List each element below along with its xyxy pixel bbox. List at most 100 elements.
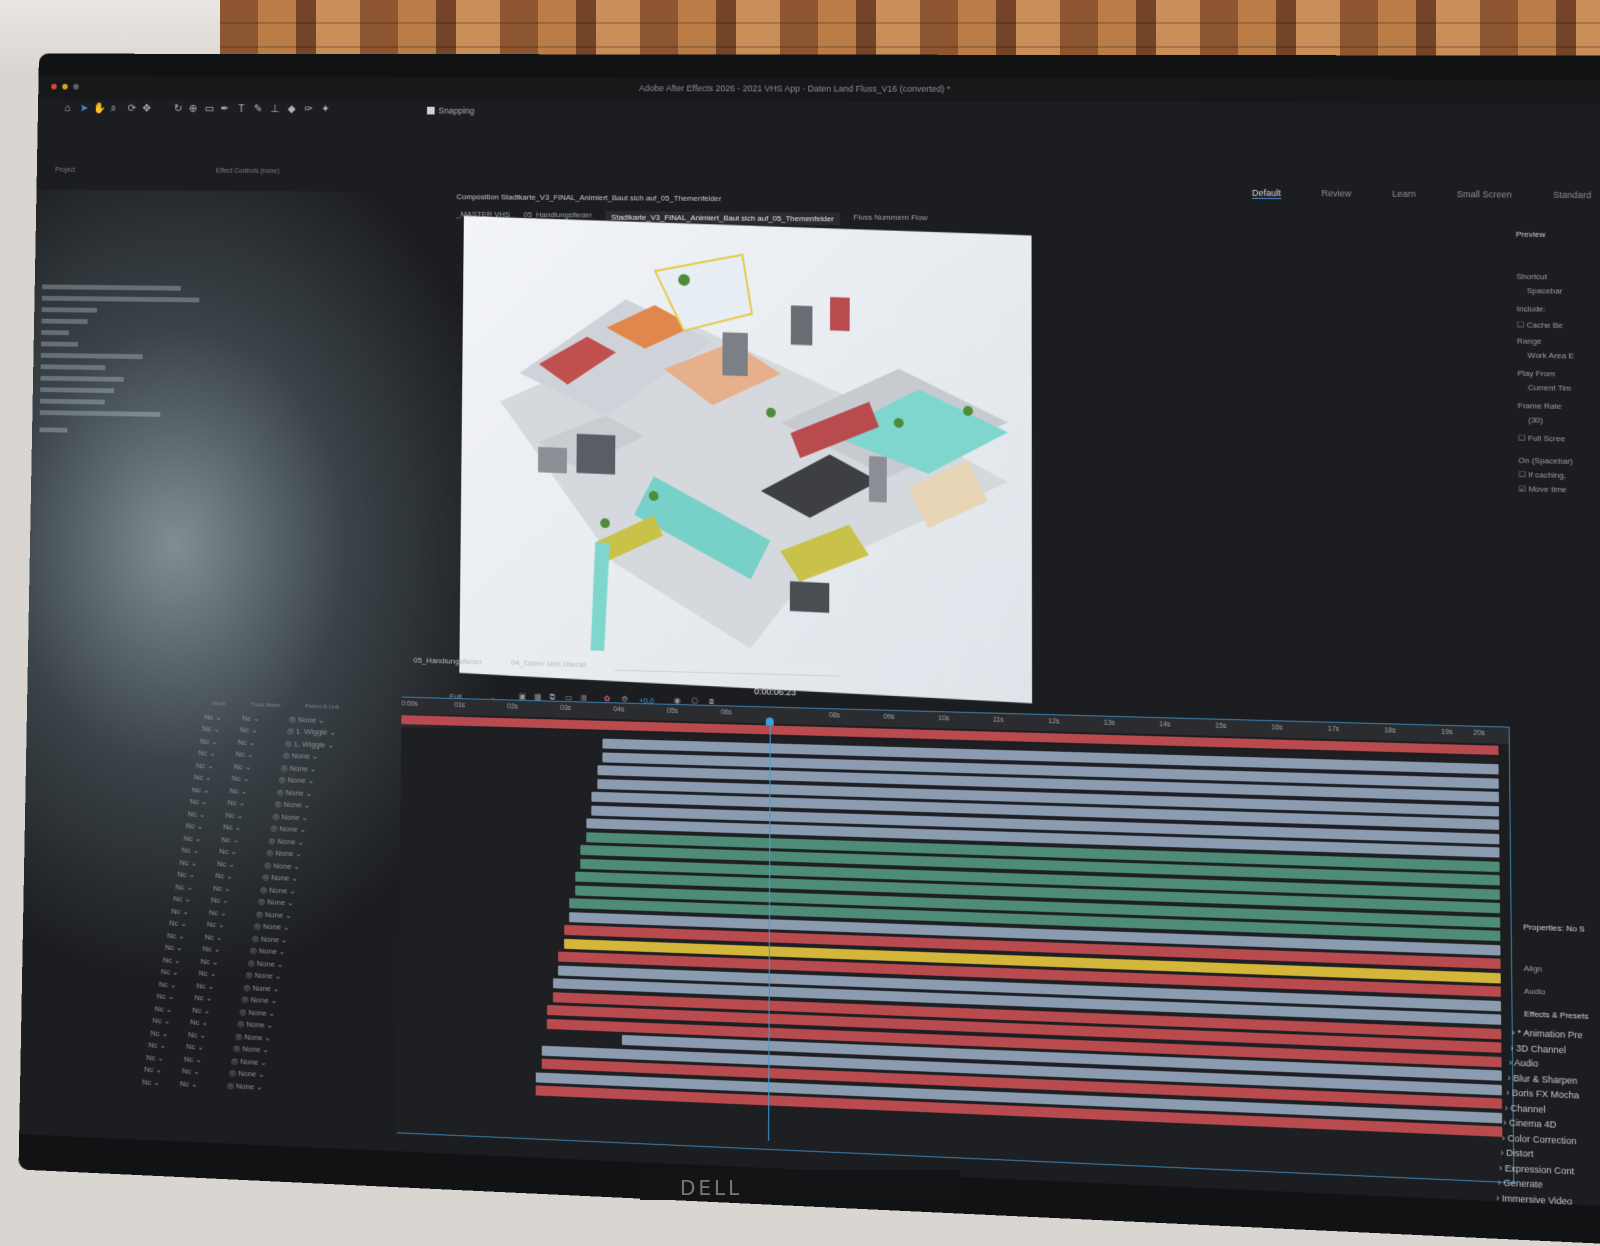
composition-panel-title[interactable]: Composition Stadtkarte_V3_FINAL_Animiert…	[456, 192, 721, 203]
blend-mode-select[interactable]: Nc ⌄	[146, 1053, 184, 1063]
track-matte-select[interactable]: Nc ⌄	[180, 1079, 227, 1090]
blend-mode-select[interactable]: Nc ⌄	[177, 870, 215, 880]
blend-mode-select[interactable]: Nc ⌄	[161, 967, 199, 977]
zoom-window-icon[interactable]	[73, 83, 79, 90]
track-matte-select[interactable]: Nc ⌄	[203, 945, 250, 956]
tab-effect-controls[interactable]: Effect Controls (none)	[216, 168, 280, 175]
parent-select[interactable]: ◎ None ⌄	[266, 849, 301, 859]
home-icon[interactable]: ⌂	[62, 103, 73, 114]
audio-panel-title[interactable]: Audio	[1524, 986, 1546, 996]
blend-mode-select[interactable]: Nc ⌄	[152, 1016, 190, 1026]
blend-mode-select[interactable]: Nc ⌄	[173, 894, 211, 904]
parent-select[interactable]: ◎ None ⌄	[227, 1081, 263, 1091]
parent-select[interactable]: ◎ None ⌄	[242, 995, 278, 1005]
parent-select[interactable]: ◎ None ⌄	[264, 861, 299, 871]
track-matte-select[interactable]: Nc ⌄	[196, 981, 243, 992]
blend-mode-select[interactable]: Nc ⌄	[150, 1028, 188, 1038]
parent-select[interactable]: ◎ None ⌄	[238, 1020, 274, 1030]
track-matte-select[interactable]: Nc ⌄	[209, 908, 256, 919]
track-matte-select[interactable]: Nc ⌄	[182, 1067, 229, 1078]
breadcrumb-fluss[interactable]: Fluss Nummern Flow	[853, 213, 927, 226]
parent-select[interactable]: ◎ None ⌄	[233, 1044, 269, 1054]
parent-select[interactable]: ◎ None ⌄	[248, 959, 284, 969]
properties-panel-title[interactable]: Properties: No S	[1523, 922, 1585, 933]
parent-select[interactable]: ◎ None ⌄	[281, 763, 316, 773]
selection-tool-icon[interactable]: ➤	[78, 103, 89, 114]
track-matte-select[interactable]: Nc ⌄	[230, 786, 277, 796]
pen-tool-icon[interactable]: ✒	[219, 103, 230, 114]
pan-tool-icon[interactable]: ✥	[141, 103, 152, 114]
workspace-standard[interactable]: Standard	[1553, 190, 1591, 201]
track-matte-select[interactable]: Nc ⌄	[232, 774, 279, 784]
move-time-checkbox[interactable]: ☑ Move time	[1519, 484, 1567, 494]
blend-mode-select[interactable]: Nc ⌄	[204, 712, 242, 722]
track-matte-select[interactable]: Nc ⌄	[192, 1006, 239, 1017]
effects-presets-panel-title[interactable]: Effects & Presets	[1524, 1009, 1588, 1021]
play-from-select[interactable]: Current Tim	[1528, 383, 1571, 393]
rotate-tool-icon[interactable]: ↻	[172, 103, 183, 114]
parent-select[interactable]: ◎ None ⌄	[258, 897, 293, 907]
track-matte-select[interactable]: Nc ⌄	[238, 738, 285, 748]
parent-select[interactable]: ◎ None ⌄	[289, 715, 324, 725]
blend-mode-select[interactable]: Nc ⌄	[159, 980, 197, 990]
parent-select[interactable]: ◎ None ⌄	[271, 824, 306, 834]
if-caching-checkbox[interactable]: ☐ If caching,	[1518, 470, 1566, 480]
track-matte-select[interactable]: Nc ⌄	[194, 993, 241, 1004]
blend-mode-select[interactable]: Nc ⌄	[163, 955, 201, 965]
blend-mode-select[interactable]: Nc ⌄	[142, 1077, 180, 1087]
track-matte-select[interactable]: Nc ⌄	[225, 811, 272, 821]
track-matte-select[interactable]: Nc ⌄	[190, 1018, 237, 1029]
orbit-tool-icon[interactable]: ⟳	[126, 103, 137, 114]
blend-mode-select[interactable]: Nc ⌄	[165, 943, 203, 953]
track-matte-select[interactable]: Nc ⌄	[240, 726, 287, 736]
track-matte-select[interactable]: Nc ⌄	[207, 920, 254, 931]
parent-select[interactable]: ◎ None ⌄	[262, 873, 297, 883]
track-matte-select[interactable]: Nc ⌄	[223, 823, 270, 833]
blend-mode-select[interactable]: Nc ⌄	[169, 919, 207, 929]
clone-stamp-tool-icon[interactable]: ⊥	[269, 103, 280, 114]
type-tool-icon[interactable]: T	[236, 103, 247, 114]
close-window-icon[interactable]	[51, 83, 57, 90]
snapping-checkbox[interactable]	[427, 106, 435, 115]
blend-mode-select[interactable]: Nc ⌄	[198, 749, 236, 759]
anchor-tool-icon[interactable]: ⊕	[187, 103, 198, 114]
blend-mode-select[interactable]: Nc ⌄	[192, 785, 230, 795]
blend-mode-select[interactable]: Nc ⌄	[194, 773, 232, 783]
track-matte-select[interactable]: Nc ⌄	[205, 932, 252, 943]
hand-tool-icon[interactable]: ✋	[93, 103, 106, 114]
track-matte-select[interactable]: Nc ⌄	[242, 713, 289, 723]
parent-select[interactable]: ◎ None ⌄	[246, 971, 282, 981]
parent-select[interactable]: ◎ None ⌄	[231, 1056, 267, 1066]
workspace-small-screen[interactable]: Small Screen	[1457, 189, 1512, 200]
track-matte-select[interactable]: Nc ⌄	[215, 871, 262, 881]
parent-select[interactable]: ◎ None ⌄	[240, 1007, 276, 1017]
track-matte-select[interactable]: Nc ⌄	[211, 896, 258, 907]
composition-viewer[interactable]	[459, 215, 1033, 704]
effect-category-item[interactable]: › Immersive Video	[1496, 1190, 1585, 1207]
timeline-tab-daten[interactable]: 04_Daten sind überall	[511, 658, 586, 670]
window-controls[interactable]	[51, 83, 79, 90]
blend-mode-select[interactable]: Nc ⌄	[175, 882, 213, 892]
parent-select[interactable]: ◎ 1. Wiggle ⌄	[287, 727, 336, 737]
blend-mode-select[interactable]: Nc ⌄	[179, 858, 217, 868]
preview-panel-title[interactable]: Preview	[1516, 230, 1546, 239]
parent-select[interactable]: ◎ None ⌄	[256, 910, 291, 920]
snapping-toggle[interactable]: Snapping	[427, 106, 475, 116]
parent-select[interactable]: ◎ None ⌄	[252, 934, 287, 944]
track-matte-select[interactable]: Nc ⌄	[188, 1030, 235, 1041]
minimize-window-icon[interactable]	[62, 83, 68, 90]
eraser-tool-icon[interactable]: ◆	[286, 103, 297, 114]
blend-mode-select[interactable]: Nc ⌄	[157, 992, 195, 1002]
parent-select[interactable]: ◎ 1. Wiggle ⌄	[285, 739, 334, 749]
align-panel-title[interactable]: Align	[1524, 964, 1543, 974]
track-matte-select[interactable]: Nc ⌄	[184, 1054, 231, 1065]
track-matte-select[interactable]: Nc ⌄	[219, 847, 266, 857]
puppet-pin-tool-icon[interactable]: ✦	[320, 104, 331, 115]
tab-project[interactable]: Project	[55, 167, 75, 174]
track-matte-select[interactable]: Nc ⌄	[186, 1042, 233, 1053]
parent-select[interactable]: ◎ None ⌄	[283, 751, 318, 761]
track-matte-select[interactable]: Nc ⌄	[217, 859, 264, 869]
blend-mode-select[interactable]: Nc ⌄	[200, 737, 238, 747]
blend-mode-select[interactable]: Nc ⌄	[155, 1004, 193, 1014]
cache-checkbox[interactable]: ☐ Cache Be	[1517, 320, 1563, 330]
